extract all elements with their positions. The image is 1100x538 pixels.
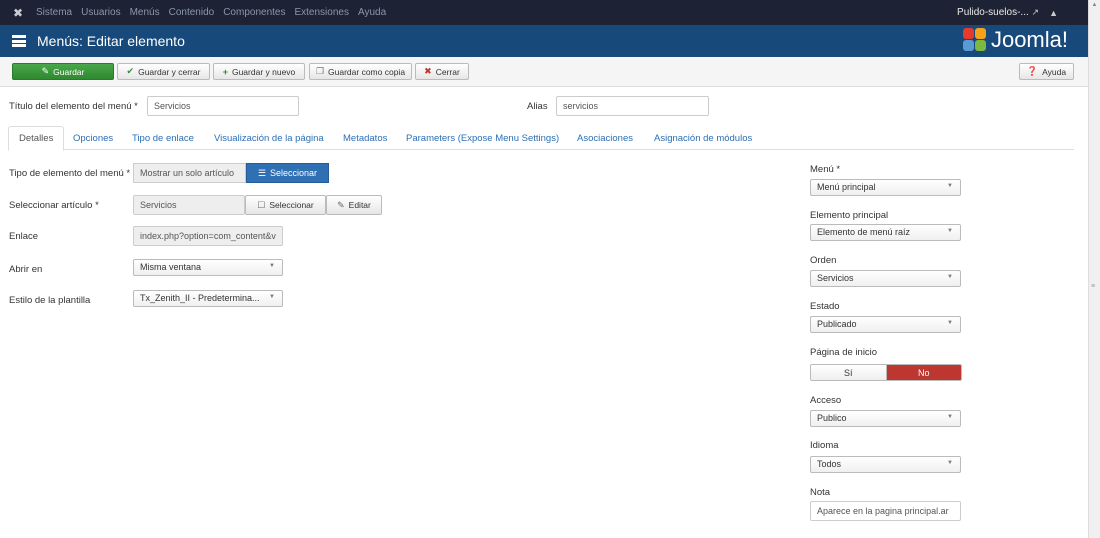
navbar-right: Pulido-suelos-... ↗ ▲ (957, 7, 1088, 18)
note-input[interactable]: Aparece en la pagina principal.ar (810, 501, 961, 521)
menu-item-menus[interactable]: Menús (130, 7, 160, 18)
dropdown-arrow-icon: ▼ (269, 263, 275, 269)
edit-icon: ✎ (337, 199, 345, 210)
alias-label: Alias (527, 101, 548, 112)
dropdown-arrow-icon: ▼ (947, 414, 953, 420)
menu-item-usuarios[interactable]: Usuarios (81, 7, 120, 18)
edit-icon: ✎ (41, 66, 50, 76)
page-title: Menús: Editar elemento (37, 33, 185, 49)
menu-item-extensiones[interactable]: Extensiones (294, 7, 348, 18)
menu-item-ayuda[interactable]: Ayuda (358, 7, 386, 18)
list-icon (12, 35, 26, 47)
dropdown-arrow-icon: ▼ (947, 228, 953, 234)
alias-input[interactable]: servicios (556, 96, 709, 116)
language-select[interactable]: Todos ▼ (810, 456, 961, 473)
save-button[interactable]: ✎ Guardar (12, 63, 114, 80)
question-icon: ❓ (1026, 66, 1039, 76)
plus-icon: + (222, 66, 228, 77)
joomla-logo: Joomla! (962, 27, 1068, 53)
close-icon: ✖ (424, 66, 432, 76)
menu-item-type-field: Mostrar un solo artículo (133, 163, 246, 183)
dropdown-arrow-icon: ▼ (947, 460, 953, 466)
access-select[interactable]: Publico ▼ (810, 410, 961, 427)
tab-parameters[interactable]: Parameters (Expose Menu Settings) (406, 126, 559, 150)
status-select[interactable]: Publicado ▼ (810, 316, 961, 333)
access-label: Acceso (810, 395, 842, 406)
order-label: Orden (810, 255, 837, 266)
order-select[interactable]: Servicios ▼ (810, 270, 961, 287)
tab-opciones[interactable]: Opciones (73, 126, 113, 150)
list-icon: ☰ (257, 167, 267, 178)
tab-bar: Detalles Opciones Tipo de enlace Visuali… (8, 126, 1074, 151)
copy-icon: ❐ (315, 66, 325, 76)
select-article-button[interactable]: ☐ Seleccionar (245, 195, 326, 215)
site-link[interactable]: Pulido-suelos-... ↗ (957, 7, 1039, 18)
article-field: Servicios (133, 195, 245, 215)
title-input[interactable]: Servicios (147, 96, 299, 116)
home-label: Página de inicio (810, 347, 878, 358)
note-label: Nota (810, 487, 831, 498)
home-no-button[interactable]: No (886, 365, 961, 380)
dropdown-arrow-icon: ▼ (947, 320, 953, 326)
save-new-button[interactable]: + Guardar y nuevo (213, 63, 305, 80)
page-header: Menús: Editar elemento Joomla! (0, 25, 1088, 57)
user-icon[interactable]: ▲ (1049, 8, 1058, 18)
main-menu: Sistema Usuarios Menús Contenido Compone… (36, 7, 395, 18)
check-icon: ✔ (126, 66, 135, 76)
joomla-logo-text: Joomla! (990, 27, 1068, 52)
parent-select[interactable]: Elemento de menú raíz ▼ (810, 224, 961, 241)
tab-visualizacion[interactable]: Visualización de la página (214, 126, 324, 150)
menu-item-sistema[interactable]: Sistema (36, 7, 72, 18)
tab-detalles[interactable]: Detalles (8, 126, 65, 151)
home-toggle: Sí No (810, 364, 962, 381)
open-in-label: Abrir en (9, 264, 43, 275)
tab-metadatos[interactable]: Metadatos (343, 126, 387, 150)
joomla-logo-icon (962, 28, 987, 52)
edit-article-button[interactable]: ✎ Editar (326, 195, 382, 215)
external-link-icon: ↗ (1031, 7, 1040, 17)
template-style-label: Estilo de la plantilla (9, 295, 91, 306)
title-label: Título del elemento del menú * (9, 101, 138, 112)
dropdown-arrow-icon: ▼ (947, 274, 953, 280)
menu-item-contenido[interactable]: Contenido (169, 7, 215, 18)
select-type-button[interactable]: ☰ Seleccionar (246, 163, 329, 183)
scroll-grip-icon[interactable]: ≡ (1091, 283, 1095, 290)
toolbar: ✎ Guardar ✔ Guardar y cerrar + Guardar y… (0, 57, 1088, 87)
dropdown-arrow-icon: ▼ (269, 294, 275, 300)
file-icon: ☐ (257, 199, 266, 210)
open-in-select[interactable]: Misma ventana ▼ (133, 259, 283, 276)
tab-tipo-enlace[interactable]: Tipo de enlace (132, 126, 194, 150)
link-field: index.php?option=com_content&v (133, 226, 283, 246)
menu-label: Menú * (810, 164, 841, 175)
dropdown-arrow-icon: ▼ (947, 183, 953, 189)
joomla-icon[interactable]: ✖ (0, 6, 36, 20)
link-label: Enlace (9, 231, 39, 242)
tab-asociaciones[interactable]: Asociaciones (577, 126, 633, 150)
menu-item-componentes[interactable]: Componentes (223, 7, 285, 18)
article-label: Seleccionar artículo * (9, 200, 99, 211)
menu-item-type-label: Tipo de elemento del menú * (9, 168, 131, 179)
status-label: Estado (810, 301, 840, 312)
parent-label: Elemento principal (810, 210, 889, 221)
scroll-up-icon[interactable]: ▲ (1089, 2, 1100, 8)
template-style-select[interactable]: Tx_Zenith_II - Predetermina... ▼ (133, 290, 283, 307)
scrollbar[interactable]: ▲ ≡ (1088, 0, 1100, 538)
save-close-button[interactable]: ✔ Guardar y cerrar (117, 63, 210, 80)
top-navbar: ✖ Sistema Usuarios Menús Contenido Compo… (0, 0, 1088, 25)
language-label: Idioma (810, 440, 839, 451)
tab-asignacion-modulos[interactable]: Asignación de módulos (654, 126, 752, 150)
save-copy-button[interactable]: ❐ Guardar como copia (309, 63, 412, 80)
help-button[interactable]: ❓ Ayuda (1019, 63, 1074, 80)
menu-select[interactable]: Menú principal ▼ (810, 179, 961, 196)
home-yes-button[interactable]: Sí (811, 365, 887, 380)
close-button[interactable]: ✖ Cerrar (415, 63, 469, 80)
